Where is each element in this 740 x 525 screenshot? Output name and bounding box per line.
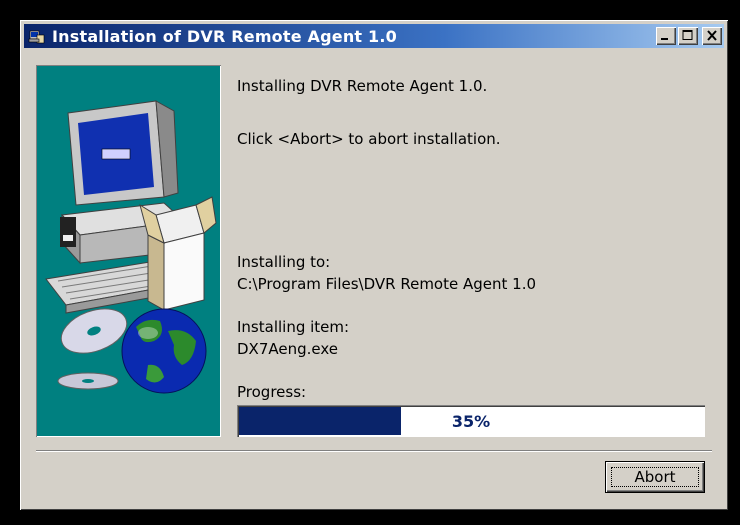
divider: [36, 450, 712, 452]
installer-window: Installation of DVR Remote Agent 1.0 Ins…: [20, 20, 728, 510]
maximize-icon: [682, 30, 693, 40]
installing-item-label: Installing item:: [237, 318, 350, 336]
title-bar[interactable]: Installation of DVR Remote Agent 1.0: [24, 24, 724, 48]
window-title: Installation of DVR Remote Agent 1.0: [52, 26, 397, 46]
progress-percent-text: 35%: [451, 411, 491, 431]
close-icon: [707, 30, 717, 41]
minimize-icon: [661, 38, 668, 40]
installing-status-text: Installing DVR Remote Agent 1.0.: [237, 77, 488, 95]
installer-graphic-panel: [36, 65, 221, 437]
close-button[interactable]: [702, 27, 722, 45]
abort-button-label: Abort: [611, 467, 699, 487]
abort-button[interactable]: Abort: [605, 461, 705, 493]
computer-globe-illustration: [45, 100, 217, 394]
installing-to-label: Installing to:: [237, 253, 331, 271]
cd-icon: [57, 308, 128, 390]
installing-item-value: DX7Aeng.exe: [237, 340, 339, 358]
maximize-button[interactable]: [678, 27, 698, 45]
monitor-icon: [67, 100, 179, 206]
installing-to-path: C:\Program Files\DVR Remote Agent 1.0: [237, 275, 537, 293]
progress-bar: 35%: [237, 405, 705, 437]
abort-hint-text: Click <Abort> to abort installation.: [237, 130, 501, 148]
progress-label: Progress:: [237, 383, 307, 401]
installer-icon[interactable]: [28, 27, 46, 45]
globe-icon: [121, 308, 207, 394]
minimize-button[interactable]: [656, 27, 676, 45]
window-controls: [656, 27, 722, 45]
software-box-icon: [139, 196, 217, 311]
